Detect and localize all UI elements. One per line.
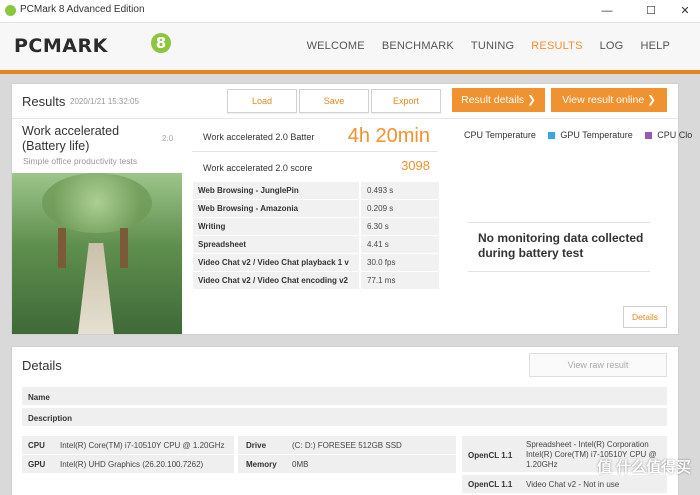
nav-help[interactable]: HELP (640, 40, 670, 52)
metric-name: Video Chat v2 / Video Chat playback 1 v (193, 254, 359, 271)
nav-log[interactable]: LOG (600, 40, 624, 52)
cpu-value: Intel(R) Core(TM) i7-10510Y CPU @ 1.20GH… (60, 441, 225, 450)
drive-value: (C: D:) FORESEE 512GB SSD (292, 441, 402, 450)
score-divider (192, 151, 438, 152)
window-title: PCMark 8 Advanced Edition (20, 4, 145, 15)
legend-label: CPU Clo (657, 130, 693, 140)
nav-results[interactable]: RESULTS (531, 40, 582, 52)
rope-bridge (78, 243, 114, 334)
metric-value: 0.493 s (361, 182, 439, 199)
test-version: 2.0 (162, 134, 174, 143)
metric-name: Video Chat v2 / Video Chat encoding v2 (193, 272, 359, 289)
metric-row: Web Browsing - JunglePin 0.493 s (193, 182, 439, 199)
results-title: Results (22, 94, 66, 109)
cpu-label: CPU (28, 441, 45, 450)
test-description: Simple office productivity tests (23, 156, 138, 166)
test-cover-image (12, 173, 182, 334)
result-details-button[interactable]: Result details ❯ (452, 88, 545, 112)
metric-name: Web Browsing - JunglePin (193, 182, 359, 199)
legend-cpu-temperature[interactable]: CPU Temperature (452, 130, 536, 140)
window-titlebar: PCMark 8 Advanced Edition — ☐ ✕ (0, 0, 700, 23)
metric-row: Writing 6.30 s (193, 218, 439, 235)
results-panel: Results 2020/1/21 15:32:05 Load Save Exp… (11, 83, 692, 335)
metric-value: 77.1 ms (361, 272, 439, 289)
metric-row: Web Browsing - Amazonia 0.209 s (193, 200, 439, 217)
monitoring-legend: CPU Temperature GPU Temperature CPU Clo (452, 130, 700, 140)
site-watermark: 值 什么值得买 (597, 459, 692, 476)
load-button[interactable]: Load (227, 89, 297, 113)
nav-welcome[interactable]: WELCOME (307, 40, 365, 52)
pcmark-logo: PCMARK (14, 35, 108, 57)
legend-swatch (645, 132, 653, 140)
battery-score-value: 4h 20min (347, 125, 430, 147)
metric-value: 6.30 s (361, 218, 439, 235)
legend-gpu-temperature[interactable]: GPU Temperature (548, 130, 633, 140)
header-accent-line (0, 70, 700, 74)
drive-label: Drive (246, 441, 267, 450)
opencl-label-1: OpenCL 1.1 (468, 451, 513, 460)
nav-tuning[interactable]: TUNING (471, 40, 514, 52)
legend-label: GPU Temperature (560, 130, 633, 140)
metric-row: Video Chat v2 / Video Chat encoding v2 7… (193, 272, 439, 289)
name-row (22, 387, 667, 405)
opencl-value-2: Video Chat v2 - Not in use (526, 480, 620, 489)
work-score-label: Work accelerated 2.0 score (203, 163, 313, 173)
results-header: Results 2020/1/21 15:32:05 Load Save Exp… (12, 84, 678, 119)
test-card: Work accelerated (Battery life) 2.0 Simp… (12, 119, 182, 334)
metric-value: 0.209 s (361, 200, 439, 217)
app-header: PCMARK 8 WELCOME BENCHMARK TUNING RESULT… (0, 23, 700, 70)
description-label: Description (28, 414, 73, 423)
maximize-button[interactable]: ☐ (638, 2, 664, 20)
bridge-post-right (120, 228, 128, 268)
pcmark-app-icon (5, 5, 16, 16)
test-name: Work accelerated (Battery life) (22, 124, 120, 153)
monitoring-message: No monitoring data collected during batt… (478, 231, 644, 260)
results-date: 2020/1/21 15:32:05 (70, 97, 139, 106)
view-raw-result-button[interactable]: View raw result (529, 353, 667, 377)
legend-swatch (452, 132, 459, 140)
name-label: Name (28, 393, 50, 402)
metric-name: Spreadsheet (193, 236, 359, 253)
export-button[interactable]: Export (371, 89, 441, 113)
metric-value: 30.0 fps (361, 254, 439, 271)
bridge-post-left (58, 228, 66, 268)
details-title: Details (22, 358, 62, 373)
score-box: Work accelerated 2.0 Batter 4h 20min Wor… (192, 120, 438, 182)
metric-name: Web Browsing - Amazonia (193, 200, 359, 217)
minimize-button[interactable]: — (594, 2, 620, 20)
legend-swatch (548, 132, 556, 140)
metric-row: Spreadsheet 4.41 s (193, 236, 439, 253)
work-score-value: 3098 (401, 158, 430, 173)
metric-name: Writing (193, 218, 359, 235)
legend-cpu-clock[interactable]: CPU Clo (645, 130, 692, 140)
description-row (22, 408, 667, 426)
nav-benchmark[interactable]: BENCHMARK (382, 40, 454, 52)
pcmark-8-badge-icon: 8 (151, 33, 171, 53)
battery-score-label: Work accelerated 2.0 Batter (203, 132, 315, 142)
palm-foliage (42, 173, 152, 233)
main-nav: WELCOME BENCHMARK TUNING RESULTS LOG HEL… (290, 40, 670, 52)
memory-value: 0MB (292, 460, 309, 469)
memory-label: Memory (246, 460, 277, 469)
legend-label: CPU Temperature (464, 130, 536, 140)
close-button[interactable]: ✕ (672, 2, 698, 20)
monitoring-message-box: No monitoring data collected during batt… (468, 222, 650, 272)
gpu-label: GPU (28, 460, 46, 469)
opencl-label-2: OpenCL 1.1 (468, 480, 513, 489)
gpu-value: Intel(R) UHD Graphics (26.20.100.7262) (60, 460, 204, 469)
details-panel: Details View raw result Name Description… (11, 346, 679, 495)
metric-value: 4.41 s (361, 236, 439, 253)
monitoring-details-button[interactable]: Details (623, 306, 667, 328)
view-result-online-button[interactable]: View result online ❯ (551, 88, 667, 112)
save-button[interactable]: Save (299, 89, 369, 113)
metric-row: Video Chat v2 / Video Chat playback 1 v … (193, 254, 439, 271)
